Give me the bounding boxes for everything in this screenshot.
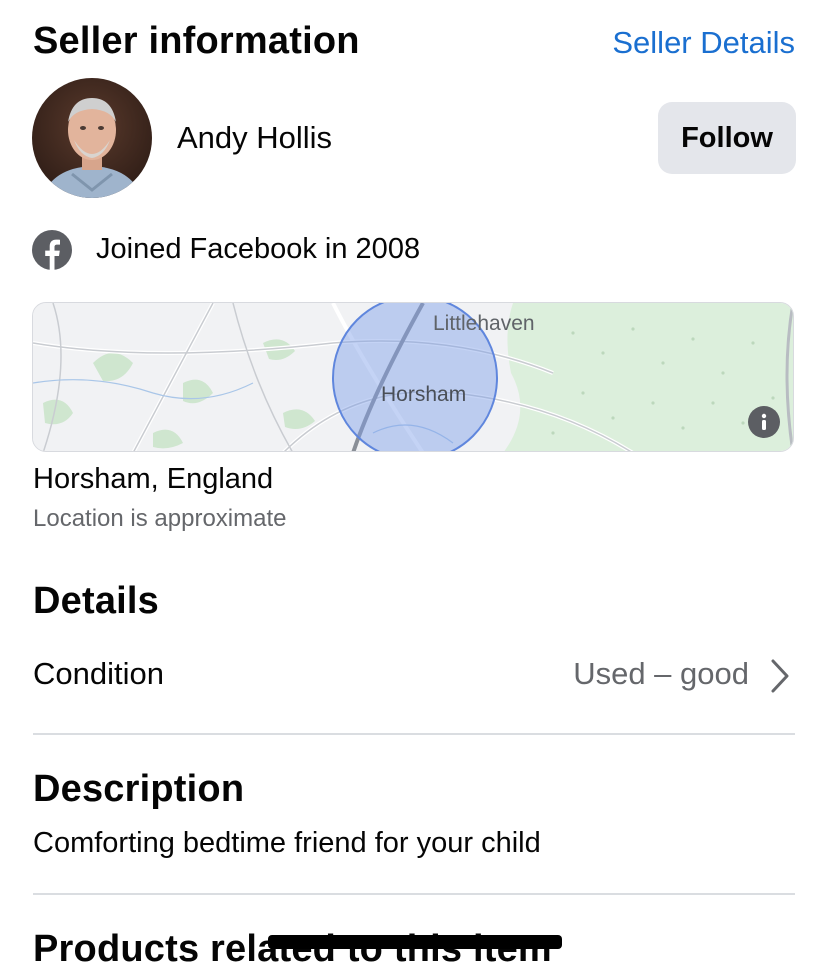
joined-facebook-text: Joined Facebook in 2008 bbox=[96, 233, 421, 265]
details-title: Details bbox=[33, 580, 160, 622]
location-place: Horsham, England bbox=[33, 463, 274, 495]
seller-details-link[interactable]: Seller Details bbox=[612, 25, 795, 61]
description-title: Description bbox=[33, 768, 245, 810]
chevron-right-icon bbox=[769, 658, 791, 699]
divider bbox=[33, 733, 795, 735]
avatar-photo bbox=[32, 78, 152, 198]
facebook-icon bbox=[32, 230, 72, 270]
condition-value: Used – good bbox=[573, 656, 749, 691]
location-map[interactable]: Littlehaven Horsham bbox=[32, 302, 794, 452]
condition-label: Condition bbox=[33, 656, 164, 691]
condition-row[interactable]: Condition Used – good bbox=[33, 640, 795, 710]
follow-button-label: Follow bbox=[681, 121, 773, 154]
avatar[interactable] bbox=[32, 78, 152, 198]
description-text: Comforting bedtime friend for your child bbox=[33, 827, 541, 859]
location-note: Location is approximate bbox=[33, 505, 287, 532]
info-icon[interactable] bbox=[748, 406, 780, 438]
follow-button[interactable]: Follow bbox=[658, 102, 796, 174]
redaction-bar bbox=[268, 935, 562, 949]
seller-name[interactable]: Andy Hollis bbox=[177, 120, 332, 156]
seller-info-title: Seller information bbox=[33, 20, 360, 62]
map-label-horsham: Horsham bbox=[381, 383, 467, 406]
divider bbox=[33, 893, 795, 895]
map-label-littlehaven: Littlehaven bbox=[433, 312, 535, 335]
